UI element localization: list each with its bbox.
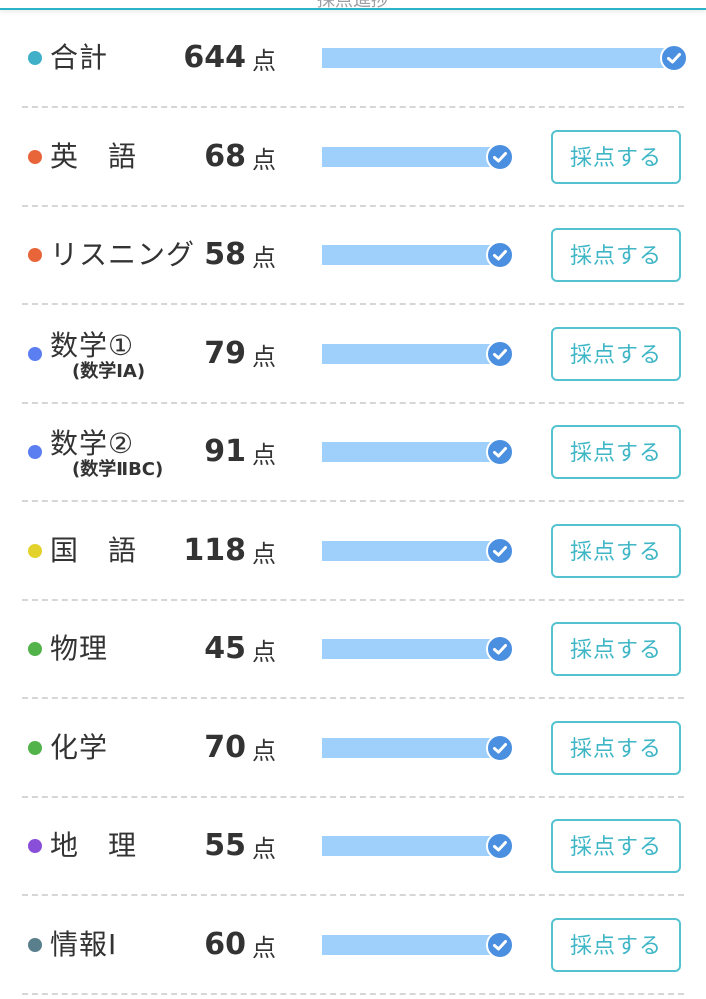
score-unit: 点 xyxy=(252,737,276,765)
check-circle-icon xyxy=(660,44,688,72)
row-divider xyxy=(22,500,684,502)
row-divider xyxy=(22,106,684,108)
grade-button[interactable]: 採点する xyxy=(551,130,681,184)
score-value: 91 xyxy=(204,434,246,469)
grade-button[interactable]: 採点する xyxy=(551,327,681,381)
check-circle-icon xyxy=(486,734,514,762)
score-row: 数学① (数学ⅠA) 79 点 採点する xyxy=(0,306,706,404)
row-divider xyxy=(22,894,684,896)
score-value: 118 xyxy=(183,533,246,568)
progress-bar xyxy=(322,639,500,659)
subject-color-dot xyxy=(28,741,42,755)
progress-bar xyxy=(322,935,500,955)
progress-bar xyxy=(322,147,500,167)
subject-name: 情報Ⅰ xyxy=(50,928,118,961)
subject-name: 地 理 xyxy=(50,829,138,862)
subject-name: 合計 xyxy=(50,41,109,74)
subject-color-dot xyxy=(28,347,42,361)
subject-name: 国 語 xyxy=(50,534,138,567)
grade-button[interactable]: 採点する xyxy=(551,918,681,972)
subject-color-dot xyxy=(28,248,42,262)
score-unit: 点 xyxy=(252,835,276,863)
score-value: 58 xyxy=(204,237,246,272)
progress-bar xyxy=(322,344,500,364)
row-divider xyxy=(22,697,684,699)
subject-name: 英 語 xyxy=(50,140,138,173)
score-unit: 点 xyxy=(252,343,276,371)
subject-color-dot xyxy=(28,51,42,65)
score-row: 合計 644 点 xyxy=(0,10,706,108)
score-unit: 点 xyxy=(252,244,276,272)
header-strip: 採点進捗 xyxy=(0,0,706,11)
progress-bar xyxy=(322,836,500,856)
score-unit: 点 xyxy=(252,934,276,962)
subject-color-dot xyxy=(28,642,42,656)
score-value: 60 xyxy=(204,927,246,962)
score-value: 644 xyxy=(183,40,246,75)
score-row: 地 理 55 点 採点する xyxy=(0,798,706,896)
score-unit: 点 xyxy=(252,47,276,75)
subject-name: 数学① xyxy=(50,329,135,362)
score-unit: 点 xyxy=(252,441,276,469)
score-value: 79 xyxy=(204,336,246,371)
score-row: 物理 45 点 採点する xyxy=(0,601,706,699)
subject-name: 化学 xyxy=(50,731,109,764)
grade-button[interactable]: 採点する xyxy=(551,819,681,873)
progress-bar xyxy=(322,442,500,462)
score-value: 45 xyxy=(204,631,246,666)
subject-color-dot xyxy=(28,544,42,558)
progress-bar xyxy=(322,48,674,68)
grade-button[interactable]: 採点する xyxy=(551,524,681,578)
progress-bar xyxy=(322,245,500,265)
score-unit: 点 xyxy=(252,540,276,568)
score-row: 情報Ⅰ 60 点 採点する xyxy=(0,897,706,995)
score-row: 国 語 118 点 採点する xyxy=(0,503,706,601)
check-circle-icon xyxy=(486,241,514,269)
score-value: 68 xyxy=(204,139,246,174)
subject-color-dot xyxy=(28,938,42,952)
check-circle-icon xyxy=(486,438,514,466)
grade-button[interactable]: 採点する xyxy=(551,228,681,282)
subject-color-dot xyxy=(28,150,42,164)
check-circle-icon xyxy=(486,832,514,860)
score-row: 数学② (数学ⅡBC) 91 点採点する xyxy=(0,404,706,502)
subject-color-dot xyxy=(28,445,42,459)
subject-name: 数学② xyxy=(50,427,135,460)
check-circle-icon xyxy=(486,635,514,663)
progress-bar xyxy=(322,738,500,758)
grade-button[interactable]: 採点する xyxy=(551,622,681,676)
score-unit: 点 xyxy=(252,638,276,666)
subject-sublabel: (数学ⅠA) xyxy=(72,361,146,382)
grade-button[interactable]: 採点する xyxy=(551,721,681,775)
score-unit: 点 xyxy=(252,146,276,174)
progress-bar xyxy=(322,541,500,561)
check-circle-icon xyxy=(486,931,514,959)
row-divider xyxy=(22,993,684,995)
score-row: リスニング 58 点採点する xyxy=(0,207,706,305)
subject-color-dot xyxy=(28,839,42,853)
check-circle-icon xyxy=(486,340,514,368)
check-circle-icon xyxy=(486,143,514,171)
subject-name: 物理 xyxy=(50,632,109,665)
score-row: 化学 70 点 採点する xyxy=(0,700,706,798)
check-circle-icon xyxy=(486,537,514,565)
grade-button[interactable]: 採点する xyxy=(551,425,681,479)
score-value: 70 xyxy=(204,730,246,765)
score-row: 英 語 68 点 採点する xyxy=(0,109,706,207)
score-value: 55 xyxy=(204,828,246,863)
row-divider xyxy=(22,303,684,305)
